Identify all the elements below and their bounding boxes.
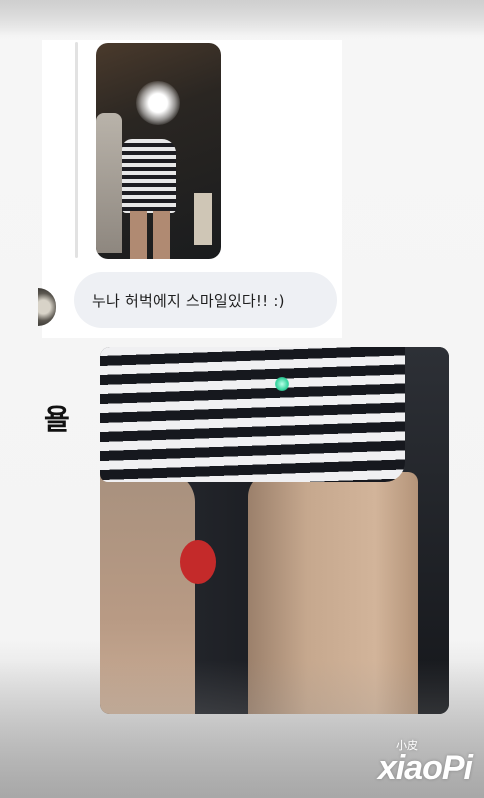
striped-dress [122,139,176,213]
replied-story-thumbnail[interactable] [96,43,221,259]
background-person [96,113,122,253]
attached-photo[interactable] [100,347,449,714]
message-bubble[interactable]: 누나 허벅에지 스마일있다!! :) [74,272,337,328]
legs [130,211,170,259]
reply-indicator-bar [75,42,78,258]
striped-skirt [100,347,405,482]
camera-flash [136,81,180,125]
green-light [275,377,289,391]
watermark-text: xiaoPi [377,749,473,787]
top-gradient [0,0,484,36]
red-object [180,540,216,584]
side-caption: 욜 [44,403,70,436]
watermark-logo: 小皮 xiaoPi [377,737,473,788]
door [194,193,212,245]
message-text: 누나 허벅에지 스마일있다!! :) [92,291,285,310]
